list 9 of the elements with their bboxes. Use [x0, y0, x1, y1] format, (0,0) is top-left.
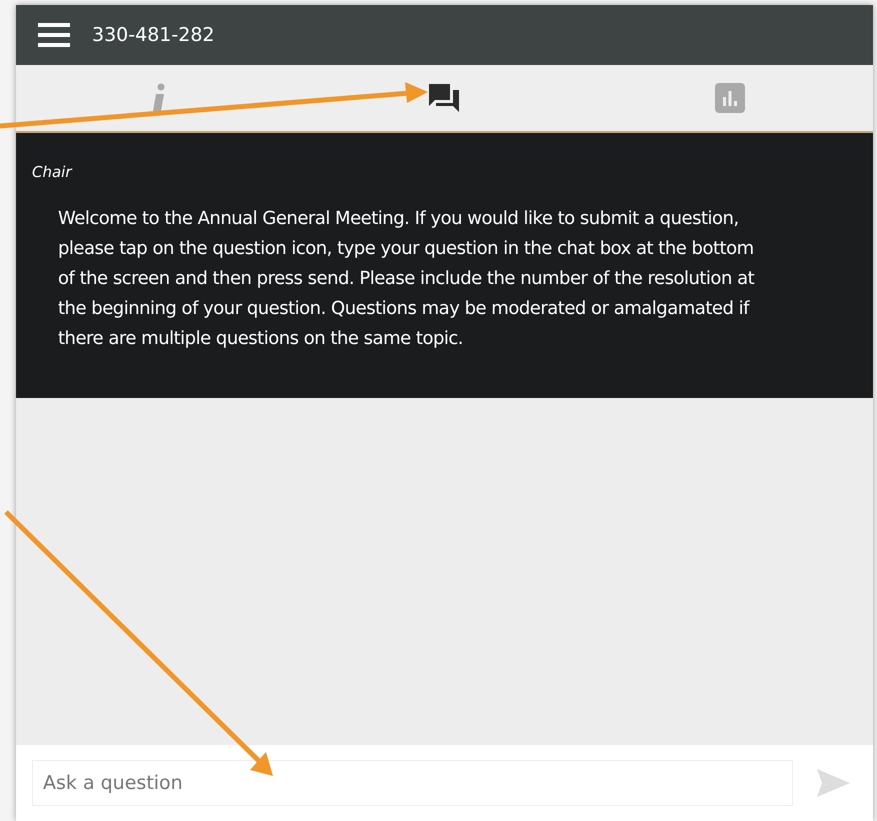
menu-icon[interactable]	[38, 23, 70, 47]
chat-icon	[428, 83, 460, 113]
question-field[interactable]: Ask a question	[32, 760, 793, 806]
bar-chart-icon	[715, 83, 746, 113]
sender-name: Chair	[32, 162, 74, 183]
send-icon[interactable]	[815, 768, 851, 798]
message-text: Welcome to the Annual General Meeting. If you would like to submit a question, please tap on the question icon, type your question in the chat box at the bottom of the screen and then press send. Please include the number of the resolution at the beginning of your question. Questions may be moderated or amalgamated if there are multiple questions on the same topic.	[57, 206, 756, 350]
meeting-id: 330-481-282	[92, 22, 215, 48]
info-icon	[152, 83, 166, 113]
